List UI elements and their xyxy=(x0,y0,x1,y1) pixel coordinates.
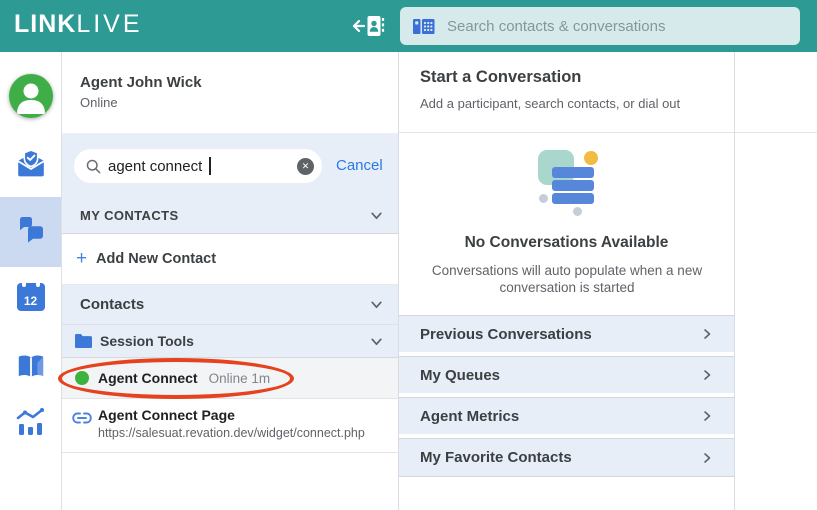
verified-mail-icon xyxy=(15,148,47,180)
app-logo: LINKLIVE xyxy=(14,10,143,39)
contacts-section-header[interactable]: Contacts xyxy=(62,285,398,325)
session-tools-group-header[interactable]: Session Tools xyxy=(62,325,398,358)
global-search-input[interactable] xyxy=(447,18,788,35)
avatar xyxy=(9,74,53,118)
chat-bubbles-icon xyxy=(12,210,50,248)
search-query-text: agent connect xyxy=(108,158,202,175)
online-status-dot xyxy=(75,371,89,385)
accordion-previous-conversations[interactable]: Previous Conversations xyxy=(399,315,734,352)
agent-status: Online xyxy=(80,95,118,110)
agent-header: Agent John Wick Online xyxy=(62,52,398,133)
analytics-chart-icon xyxy=(14,406,48,438)
contacts-panel: Agent John Wick Online agent connect ✕ C… xyxy=(62,52,399,510)
sidebar-item-metrics[interactable] xyxy=(0,406,61,438)
global-search xyxy=(400,7,800,45)
clear-search-button[interactable]: ✕ xyxy=(297,158,314,175)
sidebar-item-conversations[interactable] xyxy=(0,210,61,248)
search-icon xyxy=(85,158,102,175)
chevron-down-icon xyxy=(369,297,384,312)
accordion-label: My Queues xyxy=(420,367,500,384)
conversation-header: Start a Conversation Add a participant, … xyxy=(399,52,734,133)
directory-dialer-icon xyxy=(412,17,435,36)
logo-bold: LINK xyxy=(14,10,76,38)
contact-status: Online 1m xyxy=(209,371,271,386)
illustration-bar xyxy=(552,180,594,191)
illustration-yellow-dot xyxy=(584,151,598,165)
sidebar-nav: 12 xyxy=(0,52,62,510)
accordion-label: My Favorite Contacts xyxy=(420,449,572,466)
cancel-search-button[interactable]: Cancel xyxy=(336,157,383,174)
link-title: Agent Connect Page xyxy=(98,405,365,425)
link-url: https://salesuat.revation.dev/widget/con… xyxy=(98,425,365,441)
chevron-down-icon xyxy=(369,208,384,223)
sidebar-item-inbox[interactable] xyxy=(0,148,61,180)
text-caret xyxy=(209,157,211,175)
calendar-date-label: 12 xyxy=(17,294,45,308)
accordion-label: Agent Metrics xyxy=(420,408,519,425)
add-new-contact-label: Add New Contact xyxy=(96,251,216,267)
agent-name: Agent John Wick xyxy=(80,74,202,91)
illustration-bar xyxy=(552,193,594,204)
folder-icon xyxy=(74,333,93,349)
person-icon xyxy=(9,74,53,118)
contacts-label: Contacts xyxy=(80,296,144,313)
detail-pane xyxy=(735,52,817,510)
accordion-my-favorite-contacts[interactable]: My Favorite Contacts xyxy=(399,438,734,477)
collapse-contacts-icon xyxy=(351,10,387,42)
chevron-right-icon xyxy=(700,368,714,382)
my-contacts-section-header[interactable]: MY CONTACTS xyxy=(62,197,398,234)
book-icon xyxy=(14,352,48,382)
illustration-bar xyxy=(552,167,594,178)
contact-row-agent-connect[interactable]: Agent Connect Online 1m xyxy=(62,358,398,399)
link-icon xyxy=(72,412,92,424)
plus-icon: + xyxy=(76,248,96,270)
contact-name: Agent Connect xyxy=(98,370,198,386)
add-new-contact-button[interactable]: + Add New Contact xyxy=(62,234,398,285)
empty-state-subtitle: Conversations will auto populate when a … xyxy=(417,262,717,296)
sidebar-item-directory[interactable] xyxy=(0,352,61,382)
calendar-icon: 12 xyxy=(17,283,45,311)
session-tools-label: Session Tools xyxy=(100,333,194,349)
chevron-right-icon xyxy=(700,451,714,465)
chevron-right-icon xyxy=(700,327,714,341)
sidebar-item-calendar[interactable]: 12 xyxy=(0,279,61,311)
illustration-gray-dot xyxy=(539,194,548,203)
detail-pane-header xyxy=(735,52,817,133)
contacts-search-section: agent connect ✕ Cancel xyxy=(62,133,398,197)
chevron-down-icon xyxy=(369,334,384,349)
chevron-right-icon xyxy=(700,409,714,423)
conversation-panel: Start a Conversation Add a participant, … xyxy=(399,52,735,510)
illustration-gray-dot xyxy=(573,207,582,216)
empty-state-title: No Conversations Available xyxy=(399,234,734,252)
accordion-label: Previous Conversations xyxy=(420,326,592,343)
accordion-agent-metrics[interactable]: Agent Metrics xyxy=(399,397,734,434)
page-title: Start a Conversation xyxy=(420,68,581,87)
logo-light: LIVE xyxy=(76,10,142,38)
sidebar-item-profile[interactable] xyxy=(0,74,61,118)
contacts-search-input[interactable]: agent connect ✕ xyxy=(74,149,322,183)
page-subtitle: Add a participant, search contacts, or d… xyxy=(420,96,680,111)
contact-row-agent-connect-page[interactable]: Agent Connect Page https://salesuat.reva… xyxy=(62,399,398,453)
top-bar: LINKLIVE xyxy=(0,0,817,52)
collapse-contacts-button[interactable] xyxy=(351,10,387,42)
accordion-my-queues[interactable]: My Queues xyxy=(399,356,734,393)
my-contacts-label: MY CONTACTS xyxy=(80,208,179,223)
